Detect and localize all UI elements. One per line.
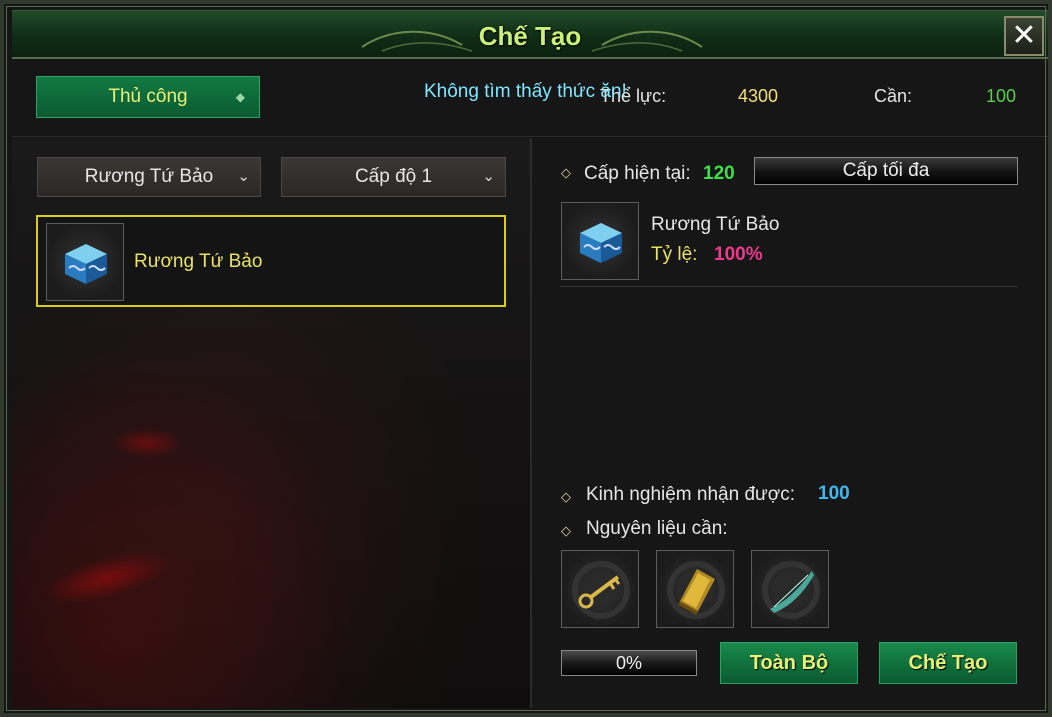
material-slot[interactable] (751, 550, 829, 628)
separator (560, 286, 1018, 287)
rate-label: Tỷ lệ: (651, 244, 698, 265)
diamond-bullet-icon: ◇ (561, 165, 571, 180)
exp-value: 100 (818, 483, 850, 504)
recipe-item[interactable]: Rương Tứ Bảo (36, 215, 506, 307)
material-slot[interactable] (561, 550, 639, 628)
blue-chest-icon (580, 223, 622, 263)
craft-all-button[interactable]: Toàn Bộ (720, 642, 858, 684)
mode-dropdown[interactable]: Thủ công ◆ (36, 76, 260, 118)
current-level-label: Cấp hiện tại: (584, 163, 691, 184)
chevron-down-icon: ⌄ (482, 168, 495, 185)
progress-text: 0% (615, 653, 642, 673)
recipe-name: Rương Tứ Bảo (134, 251, 263, 272)
craft-progress-bar: 0% (561, 650, 697, 676)
category-dropdown[interactable]: Rương Tứ Bảo ⌄ (37, 157, 261, 197)
material-slot[interactable] (656, 550, 734, 628)
level-dropdown[interactable]: Cấp độ 1 ⌄ (281, 157, 506, 197)
crafting-window: Chế Tạo ✕ Thủ công ◆ Thể lực: Không tìm … (0, 0, 1052, 717)
recipe-panel: Rương Tứ Bảo ⌄ Cấp độ 1 ⌄ Rương Tứ Bảo (12, 138, 530, 708)
diamond-bullet-icon: ◇ (561, 523, 571, 538)
materials-label: Nguyên liệu cần: (586, 518, 728, 539)
background-glow (39, 541, 175, 615)
craft-button[interactable]: Chế Tạo (879, 642, 1017, 684)
chevron-down-icon: ⌄ (237, 168, 250, 185)
overlay-message: Không tìm thấy thức ăn! (424, 81, 627, 102)
need-value: 100 (986, 86, 1017, 106)
blue-chest-icon (65, 244, 107, 284)
mode-label: Thủ công (108, 86, 188, 107)
diamond-bullet-icon: ◇ (561, 489, 571, 504)
need-label: Cần: (874, 86, 913, 106)
current-level-value: 120 (703, 163, 735, 184)
exp-label: Kinh nghiệm nhận được: (586, 484, 795, 505)
jade-blade-icon (762, 561, 820, 619)
title-bar: Chế Tạo (12, 10, 1048, 59)
scroll-icon (667, 561, 725, 619)
stamina-value: 4300 (738, 86, 779, 106)
detail-panel: ◇ Cấp hiện tại: 120 Cấp tối đa Rương Tứ … (532, 138, 1048, 708)
max-level-button[interactable]: Cấp tối đa (754, 157, 1018, 185)
window-title: Chế Tạo (478, 21, 582, 51)
close-button[interactable]: ✕ (1004, 16, 1044, 56)
rate-value: 100% (714, 244, 763, 265)
gold-key-icon (572, 561, 630, 619)
item-slot (46, 223, 124, 301)
background-glow (112, 428, 182, 458)
result-item-slot[interactable] (561, 202, 639, 280)
category-label: Rương Tứ Bảo (84, 166, 214, 187)
level-label: Cấp độ 1 (354, 166, 433, 187)
header-row: Thủ công ◆ Thể lực: Không tìm thấy thức … (12, 60, 1048, 137)
close-icon: ✕ (1011, 19, 1037, 52)
result-name: Rương Tứ Bảo (651, 214, 780, 235)
diamond-caret-icon: ◆ (235, 90, 245, 104)
